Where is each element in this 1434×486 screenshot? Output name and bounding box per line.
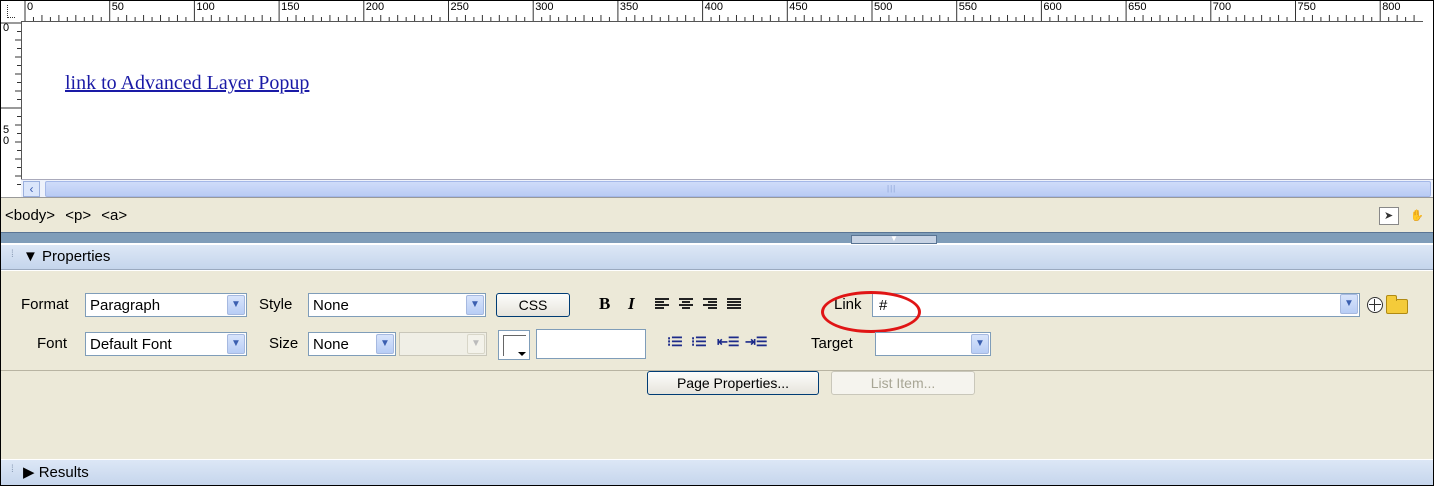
align-center-icon[interactable] [679,298,693,310]
format-label: Format [21,296,69,313]
horizontal-ruler-label: 150 [281,1,300,13]
point-to-file-icon[interactable] [1367,297,1383,313]
bold-button[interactable]: B [599,294,610,314]
format-select[interactable]: Paragraph ▼ [85,293,247,317]
chevron-left-icon: ‹ [29,182,34,196]
status-bar: <body> <p> <a> ➤ ✋ [1,197,1433,233]
font-label: Font [37,335,68,352]
properties-divider [1,370,1433,371]
design-view[interactable]: link to Advanced Layer Popup [23,23,1429,173]
properties-title[interactable]: ▼ Properties [23,248,110,265]
horizontal-scrollbar[interactable]: ‹ ||| [21,179,1433,197]
hand-tool-button[interactable]: ✋ [1407,207,1427,225]
panel-splitter[interactable]: ▼ [1,232,1433,244]
chevron-down-icon[interactable]: ▼ [227,295,245,315]
horizontal-ruler-label: 300 [535,1,554,13]
panel-grip-icon: ⁞ [11,249,14,260]
horizontal-ruler-label: 500 [874,1,893,13]
splitter-knob[interactable]: ▼ [851,234,937,244]
tag-body[interactable]: <body> [5,207,55,224]
size-select[interactable]: None ▼ [308,332,396,356]
results-title-text: Results [38,464,89,481]
horizontal-ruler-label: 0 [27,1,34,13]
align-right-icon[interactable] [703,298,717,310]
text-color-input[interactable] [536,329,646,359]
list-item-button: List Item... [831,371,975,395]
chevron-down-icon[interactable]: ▼ [227,334,245,354]
color-dropdown-icon [518,352,526,356]
horizontal-ruler-label: 550 [958,1,978,13]
tag-a[interactable]: <a> [101,207,127,224]
font-value: Default Font [90,336,172,353]
pointer-icon: ➤ [1383,210,1394,222]
tag-p[interactable]: <p> [65,207,91,224]
status-tools: ➤ ✋ [1375,206,1427,225]
chevron-down-icon[interactable]: ▼ [466,295,484,315]
dreamweaver-window: 0 50 100 150 200 250 300 350 400 450 500 550 600 650 7… [0,0,1434,486]
hand-icon: ✋ [1410,210,1424,222]
chevron-down-icon[interactable]: ▼ [376,334,394,354]
horizontal-ruler-label: 800 [1382,1,1401,13]
horizontal-ruler-label: 650 [1128,1,1147,13]
horizontal-ruler-label: 450 [789,1,808,13]
link-input[interactable]: # ▼ [872,293,1360,317]
target-label: Target [811,335,853,352]
horizontal-ruler-label: 400 [704,1,723,13]
horizontal-ruler-label: 700 [1212,1,1232,13]
properties-panel-header[interactable]: ⁞ ▼ Properties [1,245,1433,270]
scroll-grip-icon: ||| [887,184,897,193]
size-value: None [313,336,349,353]
expanded-triangle-icon: ▼ [23,248,38,265]
results-panel-header[interactable]: ⁞ ▶ Results [1,460,1433,485]
horizontal-ruler[interactable]: 0 50 100 150 200 250 300 350 400 450 500 550 600 650 7… [21,1,1423,22]
chevron-down-icon: ▼ [467,334,485,354]
horizontal-ruler-label: 250 [450,1,469,13]
scroll-left-button[interactable]: ‹ [23,181,40,197]
horizontal-ruler-label: 100 [196,1,215,13]
text-color-swatch[interactable] [498,330,530,360]
text-indent-icon[interactable]: ⇥☰ [745,334,768,350]
horizontal-ruler-label: 200 [365,1,385,13]
style-value: None [313,297,349,314]
horizontal-ruler-label: 750 [1297,1,1316,13]
unordered-list-icon[interactable]: ⁝☰ [667,334,683,350]
vertical-ruler-ticks [1,22,21,185]
align-justify-icon[interactable] [727,298,741,310]
select-tool-button[interactable]: ➤ [1378,207,1399,225]
vertical-ruler[interactable]: 0 5 0 [1,21,22,191]
results-title[interactable]: ▶ Results [23,463,89,481]
collapsed-triangle-icon: ▶ [23,464,35,481]
browse-folder-icon[interactable] [1386,295,1408,314]
collapse-arrow-icon: ▼ [890,234,898,243]
italic-button[interactable]: I [628,294,635,314]
properties-panel: Format Paragraph ▼ Style None ▼ CSS B I … [1,271,1433,459]
horizontal-ruler-label: 350 [619,1,639,13]
ruler-origin[interactable] [1,1,22,22]
align-left-icon[interactable] [655,298,669,310]
chevron-down-icon[interactable]: ▼ [971,334,989,354]
style-select[interactable]: None ▼ [308,293,486,317]
design-link-advanced-layer-popup[interactable]: link to Advanced Layer Popup [65,72,309,95]
horizontal-ruler-label: 600 [1043,1,1062,13]
ordered-list-icon[interactable]: ⁝☰ [691,334,707,350]
scroll-thumb[interactable] [45,181,1431,197]
chevron-down-icon[interactable]: ▼ [1340,294,1358,314]
panel-grip-icon: ⁞ [11,464,14,475]
properties-title-text: Properties [42,248,111,265]
annotation-circle [821,291,921,333]
font-select[interactable]: Default Font ▼ [85,332,247,356]
horizontal-ruler-label: 50 [111,1,124,13]
tag-selector: <body> <p> <a> [5,207,133,224]
style-label: Style [259,296,293,313]
css-button[interactable]: CSS [496,293,570,317]
format-value: Paragraph [90,297,161,314]
size-unit-select: ▼ [399,332,487,356]
target-select[interactable]: ▼ [875,332,991,356]
size-label: Size [269,335,299,352]
vertical-ruler-label: 5 0 [3,124,10,147]
text-outdent-icon[interactable]: ⇤☰ [717,334,740,350]
vertical-ruler-label: 0 [3,22,10,34]
page-properties-button[interactable]: Page Properties... [647,371,819,395]
